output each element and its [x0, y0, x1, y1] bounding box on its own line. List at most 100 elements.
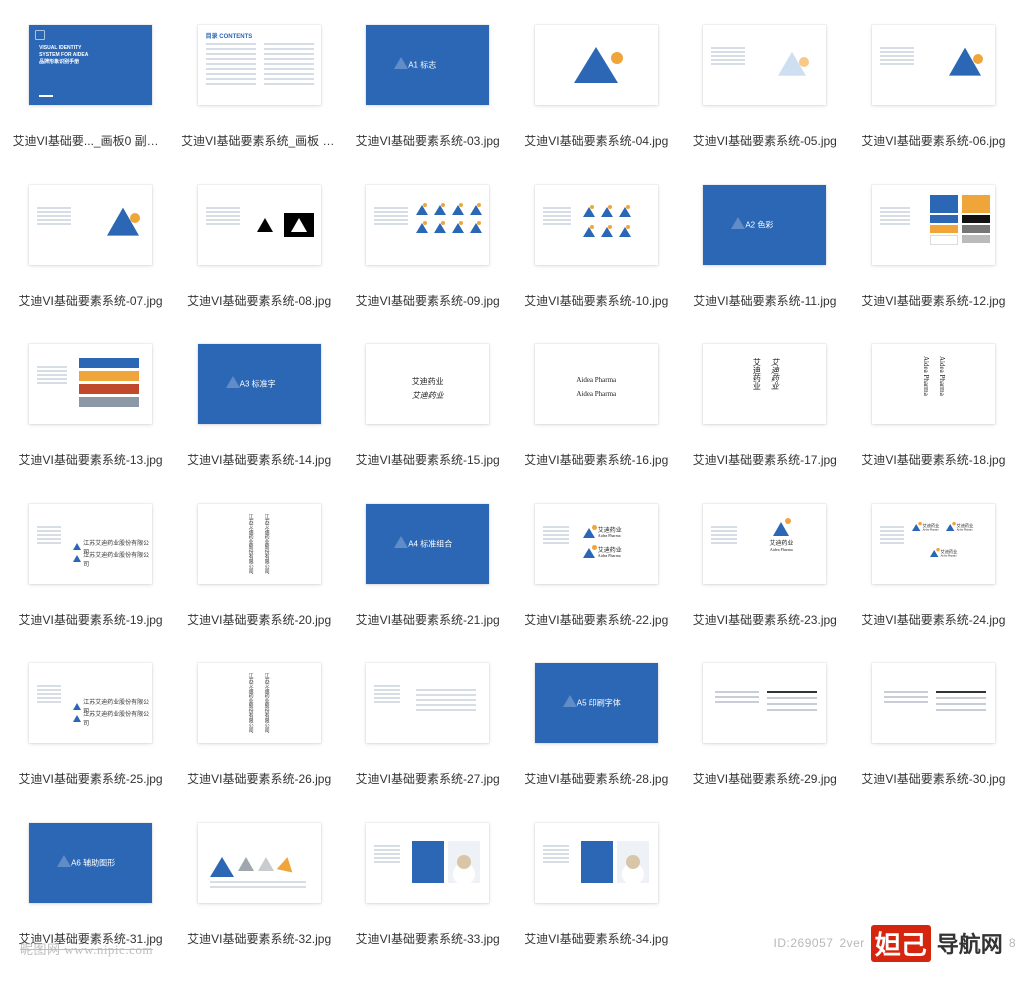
file-item[interactable]: 艾迪VI基础要素系统-04.jpg	[518, 10, 674, 150]
file-caption: 艾迪VI基础要素系统-05.jpg	[687, 134, 843, 150]
thumbnail[interactable]	[366, 663, 489, 743]
file-item[interactable]: 江苏艾迪药业股份有限公司 江苏艾迪药业股份有限公司艾迪VI基础要素系统-20.j…	[181, 489, 337, 629]
file-caption: 艾迪VI基础要素系统-09.jpg	[350, 294, 506, 310]
file-item[interactable]: 艾迪药业 艾迪药业艾迪VI基础要素系统-17.jpg	[687, 329, 843, 469]
file-item[interactable]: 艾迪药业 Aidea Pharma 艾迪药业 Aidea Pharma 艾迪药业…	[855, 489, 1011, 629]
file-item[interactable]: 艾迪VI基础要素系统-29.jpg	[687, 648, 843, 788]
file-item[interactable]: 江苏艾迪药业股份有限公司 江苏艾迪药业股份有限公司艾迪VI基础要素系统-19.j…	[13, 489, 169, 629]
thumbnail[interactable]: 江苏艾迪药业股份有限公司 江苏艾迪药业股份有限公司	[29, 663, 152, 743]
thumbnail[interactable]: A3 标准字	[198, 344, 321, 424]
file-item[interactable]: 江苏艾迪药业股份有限公司 江苏艾迪药业股份有限公司艾迪VI基础要素系统-25.j…	[13, 648, 169, 788]
file-item[interactable]: 艾迪VI基础要素系统-27.jpg	[350, 648, 506, 788]
thumbnail[interactable]	[703, 25, 826, 105]
thumbnail[interactable]: 艾迪药业 Aidea Pharma 艾迪药业 Aidea Pharma 艾迪药业…	[872, 504, 995, 584]
file-item[interactable]: 目录 CONTENTS 艾迪VI基础要素系统_画板 1.jpg	[181, 10, 337, 150]
thumbnail[interactable]	[535, 185, 658, 265]
file-item[interactable]: 艾迪药业 Aidea Pharma 艾迪药业 Aidea Pharma 艾迪VI…	[518, 489, 674, 629]
thumbnail[interactable]	[29, 344, 152, 424]
watermark-left: 昵图网 www.nipic.com	[20, 939, 153, 958]
thumbnail[interactable]: A1 标志	[366, 25, 489, 105]
thumbnail[interactable]: A2 色彩	[703, 185, 826, 265]
file-item[interactable]: A1 标志艾迪VI基础要素系统-03.jpg	[350, 10, 506, 150]
file-item[interactable]: A3 标准字艾迪VI基础要素系统-14.jpg	[181, 329, 337, 469]
thumbnail[interactable]	[535, 823, 658, 903]
file-caption: 艾迪VI基础要素系统-17.jpg	[687, 453, 843, 469]
thumbnail[interactable]: 艾迪药业 Aidea Pharma	[703, 504, 826, 584]
thumbnail[interactable]	[198, 823, 321, 903]
file-item[interactable]: 艾迪VI基础要素系统-12.jpg	[855, 170, 1011, 310]
file-item[interactable]: VISUAL IDENTITYSYSTEM FOR AIDEA品牌形象识别手册 …	[13, 10, 169, 150]
thumbnail[interactable]	[198, 185, 321, 265]
file-caption: 艾迪VI基础要素系统-12.jpg	[855, 294, 1011, 310]
watermark-right: ID:269057 2ver 妲己 导航网 8	[774, 925, 1016, 962]
file-item[interactable]: 艾迪药业 艾迪药业艾迪VI基础要素系统-15.jpg	[350, 329, 506, 469]
file-item[interactable]: A2 色彩艾迪VI基础要素系统-11.jpg	[687, 170, 843, 310]
thumbnail[interactable]	[872, 663, 995, 743]
file-caption: 艾迪VI基础要素系统-14.jpg	[181, 453, 337, 469]
file-caption: 艾迪VI基础要素系统-24.jpg	[855, 613, 1011, 629]
thumbnail[interactable]	[29, 185, 152, 265]
file-caption: 艾迪VI基础要素系统-27.jpg	[350, 772, 506, 788]
file-caption: 艾迪VI基础要素系统-15.jpg	[350, 453, 506, 469]
file-caption: 艾迪VI基础要素系统-22.jpg	[518, 613, 674, 629]
file-item[interactable]: 江苏艾迪药业股份有限公司 江苏艾迪药业股份有限公司艾迪VI基础要素系统-26.j…	[181, 648, 337, 788]
file-caption: 艾迪VI基础要素系统-20.jpg	[181, 613, 337, 629]
thumbnail[interactable]: A5 印刷字体	[535, 663, 658, 743]
file-caption: 艾迪VI基础要素系统-06.jpg	[855, 134, 1011, 150]
thumbnail[interactable]	[872, 25, 995, 105]
file-caption: 艾迪VI基础要素系统-25.jpg	[13, 772, 169, 788]
thumbnail[interactable]: Aidea Pharma Aidea Pharma	[535, 344, 658, 424]
file-caption: 艾迪VI基础要素系统-23.jpg	[687, 613, 843, 629]
thumbnail[interactable]: A6 辅助图形	[29, 823, 152, 903]
thumbnail[interactable]: A4 标准组合	[366, 504, 489, 584]
file-item[interactable]: 艾迪VI基础要素系统-32.jpg	[181, 808, 337, 948]
file-caption: 艾迪VI基础要素系统-11.jpg	[687, 294, 843, 310]
thumbnail[interactable]	[872, 185, 995, 265]
file-caption: 艾迪VI基础要素系统-19.jpg	[13, 613, 169, 629]
file-caption: 艾迪VI基础要素系统-21.jpg	[350, 613, 506, 629]
thumbnail[interactable]: 江苏艾迪药业股份有限公司 江苏艾迪药业股份有限公司	[198, 504, 321, 584]
file-item[interactable]: 艾迪VI基础要素系统-05.jpg	[687, 10, 843, 150]
file-caption: 艾迪VI基础要素系统-07.jpg	[13, 294, 169, 310]
file-caption: 艾迪VI基础要素系统-03.jpg	[350, 134, 506, 150]
file-item[interactable]: 艾迪VI基础要素系统-13.jpg	[13, 329, 169, 469]
file-item[interactable]: Aidea Pharma Aidea Pharma 艾迪VI基础要素系统-16.j…	[518, 329, 674, 469]
file-caption: 艾迪VI基础要素系统-32.jpg	[181, 932, 337, 948]
file-item[interactable]: 艾迪VI基础要素系统-08.jpg	[181, 170, 337, 310]
thumbnail[interactable]	[703, 663, 826, 743]
file-item[interactable]: A5 印刷字体艾迪VI基础要素系统-28.jpg	[518, 648, 674, 788]
watermark-brand-accent: 妲己	[871, 925, 931, 962]
file-caption: 艾迪VI基础要素系统-28.jpg	[518, 772, 674, 788]
file-caption: 艾迪VI基础要素系统-08.jpg	[181, 294, 337, 310]
thumbnail[interactable]: VISUAL IDENTITYSYSTEM FOR AIDEA品牌形象识别手册	[29, 25, 152, 105]
thumbnail-grid: VISUAL IDENTITYSYSTEM FOR AIDEA品牌形象识别手册 …	[0, 0, 1024, 948]
file-item[interactable]: 艾迪药业 Aidea Pharma 艾迪VI基础要素系统-23.jpg	[687, 489, 843, 629]
file-item[interactable]: 艾迪VI基础要素系统-33.jpg	[350, 808, 506, 948]
thumbnail[interactable]: 艾迪药业 艾迪药业	[366, 344, 489, 424]
thumbnail[interactable]	[366, 185, 489, 265]
file-caption: 艾迪VI基础要..._画板0 副本.jpg	[13, 134, 169, 150]
watermark-id: ID:269057	[774, 936, 834, 950]
thumbnail[interactable]	[535, 25, 658, 105]
file-caption: 艾迪VI基础要素系统-13.jpg	[13, 453, 169, 469]
file-item[interactable]: 艾迪VI基础要素系统-30.jpg	[855, 648, 1011, 788]
thumbnail[interactable]: 江苏艾迪药业股份有限公司 江苏艾迪药业股份有限公司	[198, 663, 321, 743]
thumbnail[interactable]: 艾迪药业 艾迪药业	[703, 344, 826, 424]
file-item[interactable]: Aidea Pharma Aidea Pharma艾迪VI基础要素系统-18.j…	[855, 329, 1011, 469]
file-caption: 艾迪VI基础要素系统-16.jpg	[518, 453, 674, 469]
thumbnail[interactable]: 艾迪药业 Aidea Pharma 艾迪药业 Aidea Pharma	[535, 504, 658, 584]
file-item[interactable]: A4 标准组合艾迪VI基础要素系统-21.jpg	[350, 489, 506, 629]
file-caption: 艾迪VI基础要素系统_画板 1.jpg	[181, 134, 337, 150]
file-item[interactable]: 艾迪VI基础要素系统-09.jpg	[350, 170, 506, 310]
file-caption: 艾迪VI基础要素系统-30.jpg	[855, 772, 1011, 788]
thumbnail[interactable]: 江苏艾迪药业股份有限公司 江苏艾迪药业股份有限公司	[29, 504, 152, 584]
file-item[interactable]: 艾迪VI基础要素系统-34.jpg	[518, 808, 674, 948]
file-item[interactable]: A6 辅助图形艾迪VI基础要素系统-31.jpg	[13, 808, 169, 948]
file-item[interactable]: 艾迪VI基础要素系统-10.jpg	[518, 170, 674, 310]
file-caption: 艾迪VI基础要素系统-33.jpg	[350, 932, 506, 948]
thumbnail[interactable]: Aidea Pharma Aidea Pharma	[872, 344, 995, 424]
thumbnail[interactable]: 目录 CONTENTS	[198, 25, 321, 105]
thumbnail[interactable]	[366, 823, 489, 903]
file-item[interactable]: 艾迪VI基础要素系统-06.jpg	[855, 10, 1011, 150]
file-item[interactable]: 艾迪VI基础要素系统-07.jpg	[13, 170, 169, 310]
